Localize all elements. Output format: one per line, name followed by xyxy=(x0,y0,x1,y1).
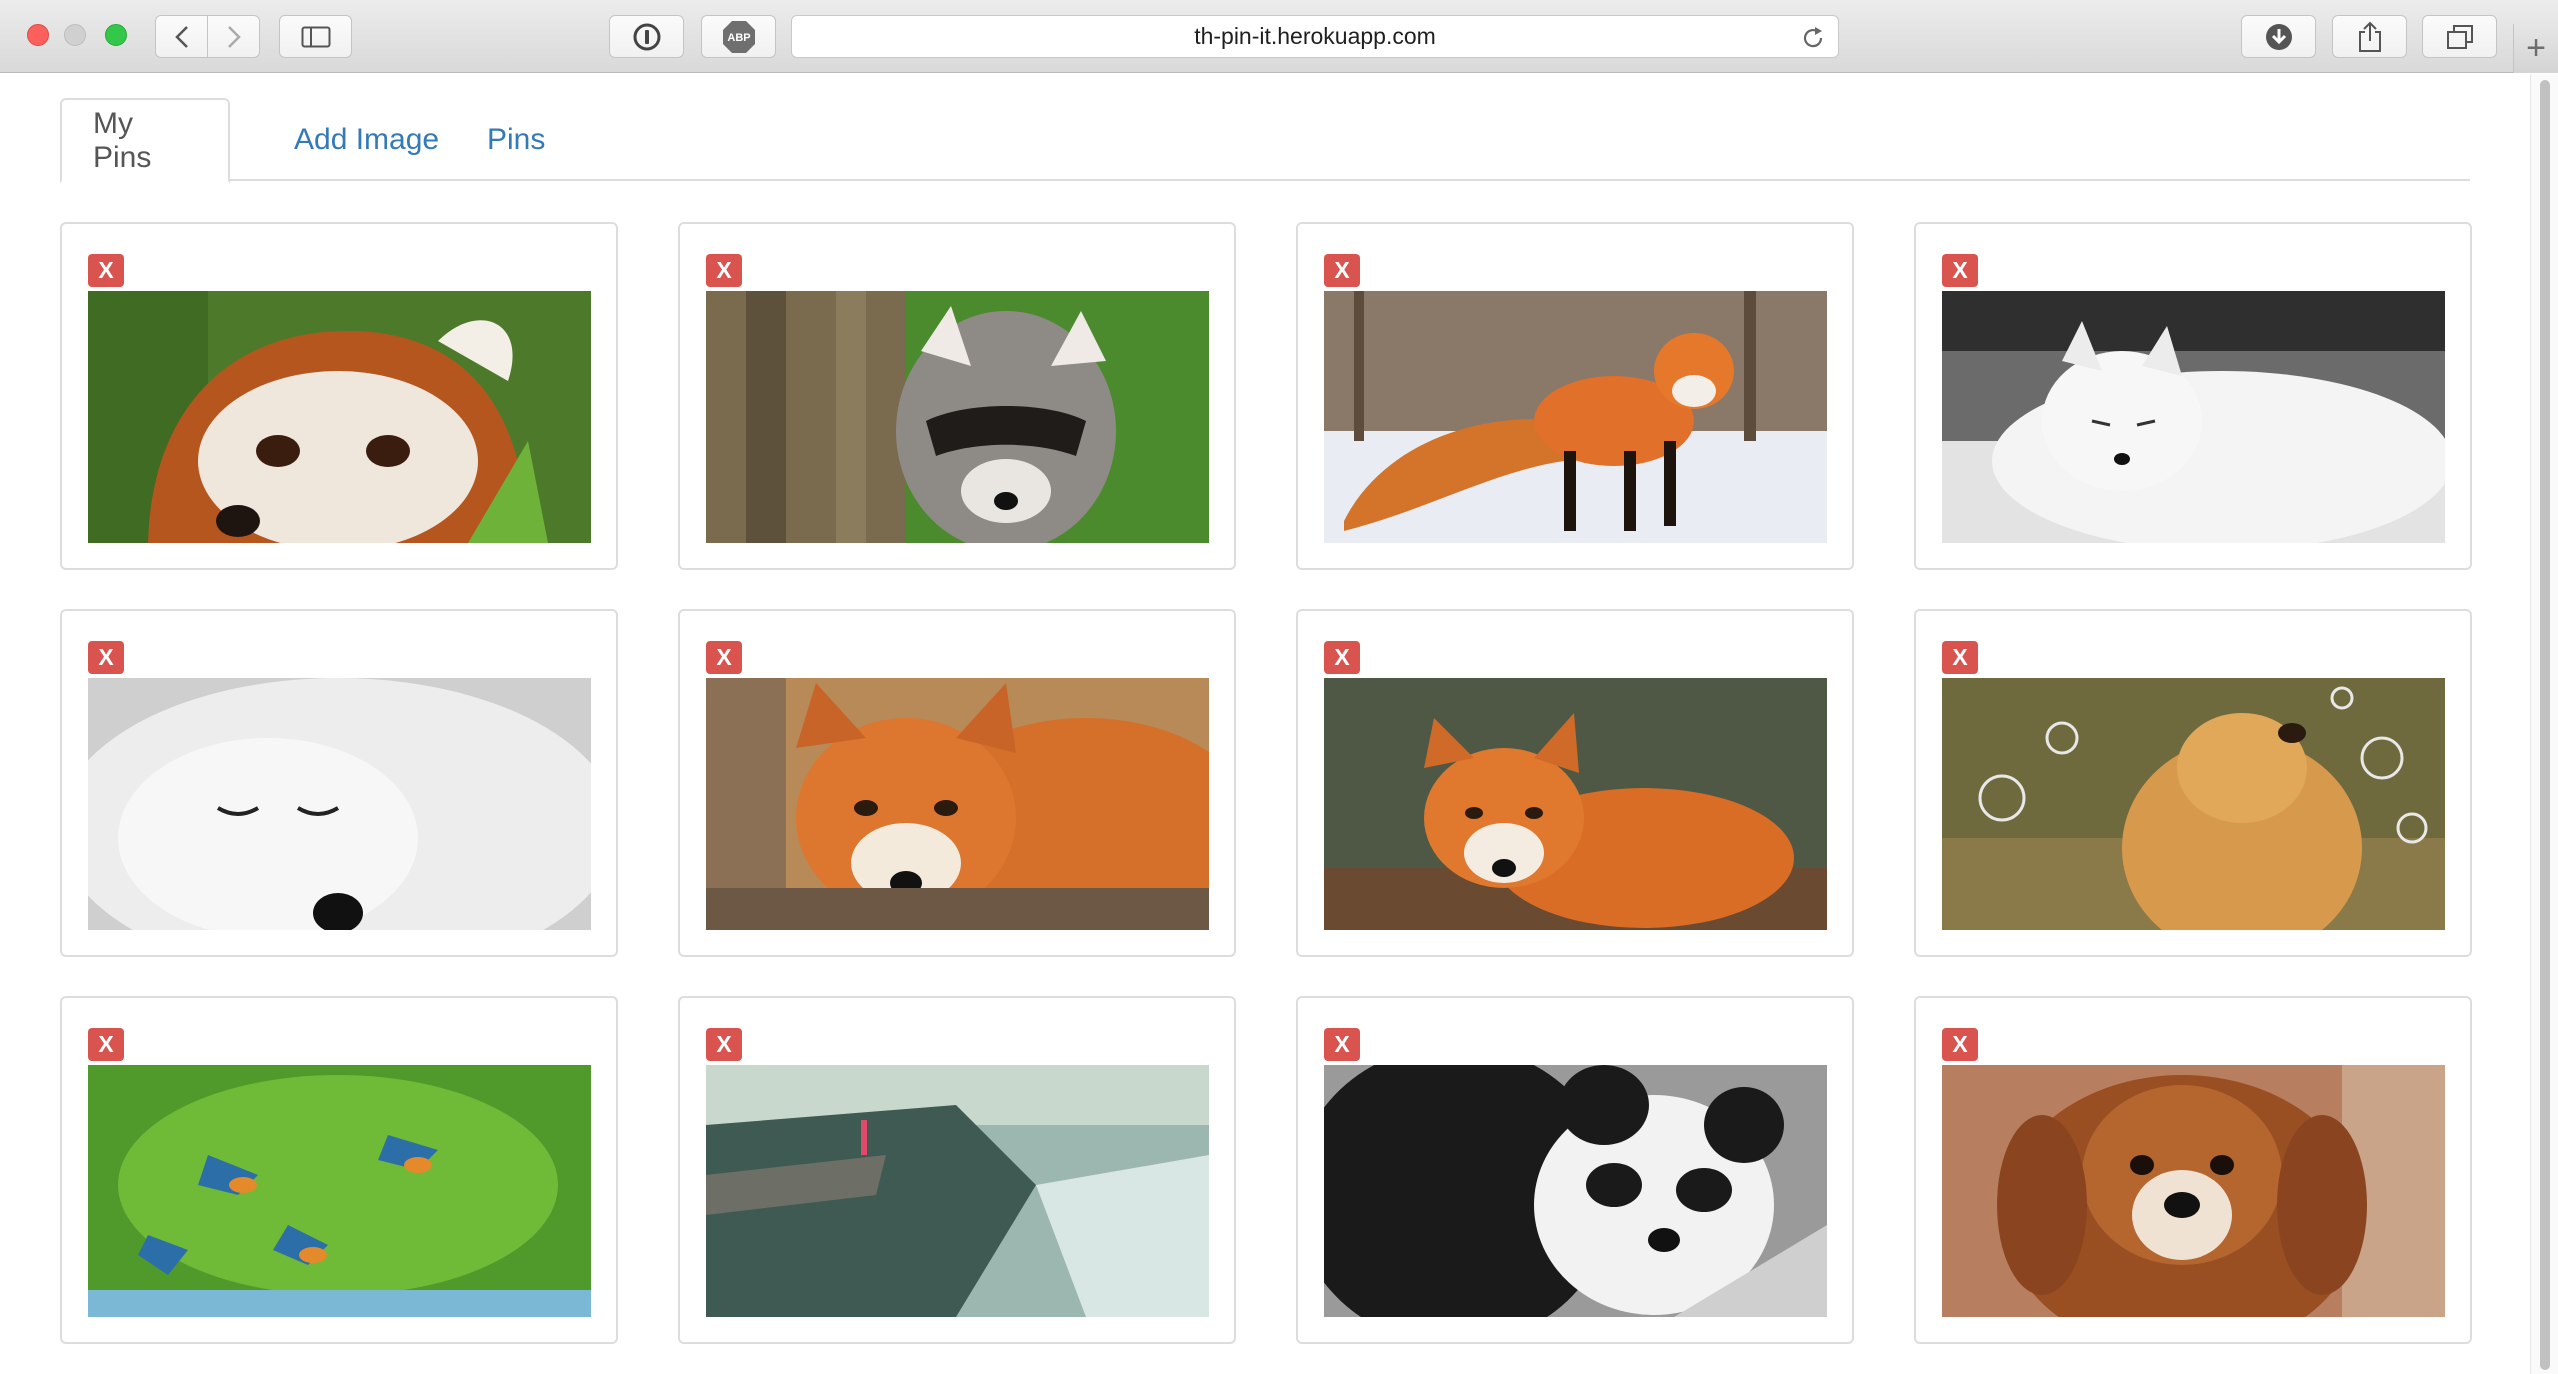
chevron-left-icon xyxy=(174,25,188,48)
url-text: th-pin-it.herokuapp.com xyxy=(1194,23,1436,49)
password-manager-button[interactable] xyxy=(609,15,684,58)
pin-card: X xyxy=(60,609,618,957)
delete-pin-button[interactable]: X xyxy=(1324,254,1360,287)
pin-card: X xyxy=(1296,609,1854,957)
download-icon xyxy=(2265,23,2292,50)
browser-toolbar: ABP th-pin-it.herokuapp.com + xyxy=(0,0,2558,73)
pin-card: X xyxy=(1296,996,1854,1344)
back-button[interactable] xyxy=(156,16,207,57)
pin-image-red-panda[interactable] xyxy=(88,291,591,543)
pin-card: X xyxy=(1914,996,2472,1344)
minimize-window-button[interactable] xyxy=(64,24,86,46)
address-bar[interactable]: th-pin-it.herokuapp.com xyxy=(791,15,1839,58)
pin-image-resting-fox[interactable] xyxy=(706,678,1209,930)
pin-card: X xyxy=(678,996,1236,1344)
show-tabs-button[interactable] xyxy=(2422,15,2497,58)
share-button[interactable] xyxy=(2332,15,2407,58)
pin-image-panda[interactable] xyxy=(1324,1065,1827,1317)
tab-my-pins[interactable]: My Pins xyxy=(60,98,230,183)
tab-label: Add Image xyxy=(294,122,440,156)
page-content: My Pins Add Image Pins X X X X X X X X X… xyxy=(0,74,2530,1374)
sidebar-toggle-button[interactable] xyxy=(279,15,352,58)
pin-image-kingfishers[interactable] xyxy=(88,1065,591,1317)
delete-pin-button[interactable]: X xyxy=(88,1028,124,1061)
new-tab-button[interactable]: + xyxy=(2513,24,2558,73)
pin-image-cliff-fjord[interactable] xyxy=(706,1065,1209,1317)
delete-pin-button[interactable]: X xyxy=(1942,641,1978,674)
delete-pin-button[interactable]: X xyxy=(88,641,124,674)
pin-image-fox-leaves[interactable] xyxy=(1324,678,1827,930)
delete-pin-button[interactable]: X xyxy=(1324,641,1360,674)
pin-image-raccoon[interactable] xyxy=(706,291,1209,543)
pin-card: X xyxy=(1296,222,1854,570)
pin-card: X xyxy=(678,609,1236,957)
plus-icon: + xyxy=(2526,29,2546,67)
downloads-button[interactable] xyxy=(2241,15,2316,58)
delete-pin-button[interactable]: X xyxy=(706,1028,742,1061)
adblock-icon: ABP xyxy=(722,20,755,53)
pin-image-arctic-fox[interactable] xyxy=(1942,291,2445,543)
tab-label: My Pins xyxy=(93,106,152,174)
adblock-button[interactable]: ABP xyxy=(701,15,776,58)
delete-pin-button[interactable]: X xyxy=(1942,1028,1978,1061)
tab-label: Pins xyxy=(487,122,546,156)
delete-pin-button[interactable]: X xyxy=(706,641,742,674)
forward-button[interactable] xyxy=(207,16,259,57)
pin-image-white-fox[interactable] xyxy=(88,678,591,930)
pin-card: X xyxy=(1914,609,2472,957)
pin-image-golden-retriever[interactable] xyxy=(1942,678,2445,930)
pin-card: X xyxy=(60,996,618,1344)
tab-add-image[interactable]: Add Image xyxy=(264,98,470,181)
delete-pin-button[interactable]: X xyxy=(1942,254,1978,287)
pin-card: X xyxy=(60,222,618,570)
sidebar-icon xyxy=(301,26,330,47)
keyhole-icon xyxy=(633,23,660,50)
tab-pins[interactable]: Pins xyxy=(457,98,576,181)
close-window-button[interactable] xyxy=(27,24,49,46)
history-nav xyxy=(155,15,260,58)
delete-pin-button[interactable]: X xyxy=(1324,1028,1360,1061)
nav-tabs: My Pins Add Image Pins xyxy=(60,98,2470,183)
share-icon xyxy=(2358,21,2381,52)
pin-card: X xyxy=(1914,222,2472,570)
pin-card: X xyxy=(678,222,1236,570)
svg-text:ABP: ABP xyxy=(727,32,750,44)
vertical-scrollbar[interactable] xyxy=(2530,74,2558,1374)
reload-icon[interactable] xyxy=(1800,25,1826,51)
delete-pin-button[interactable]: X xyxy=(88,254,124,287)
scrollbar-thumb[interactable] xyxy=(2540,80,2550,1370)
tabs-icon xyxy=(2446,24,2473,49)
chevron-right-icon xyxy=(227,25,241,48)
zoom-window-button[interactable] xyxy=(105,24,127,46)
delete-pin-button[interactable]: X xyxy=(706,254,742,287)
pin-image-red-fox-snow[interactable] xyxy=(1324,291,1827,543)
pin-image-curly-puppy[interactable] xyxy=(1942,1065,2445,1317)
